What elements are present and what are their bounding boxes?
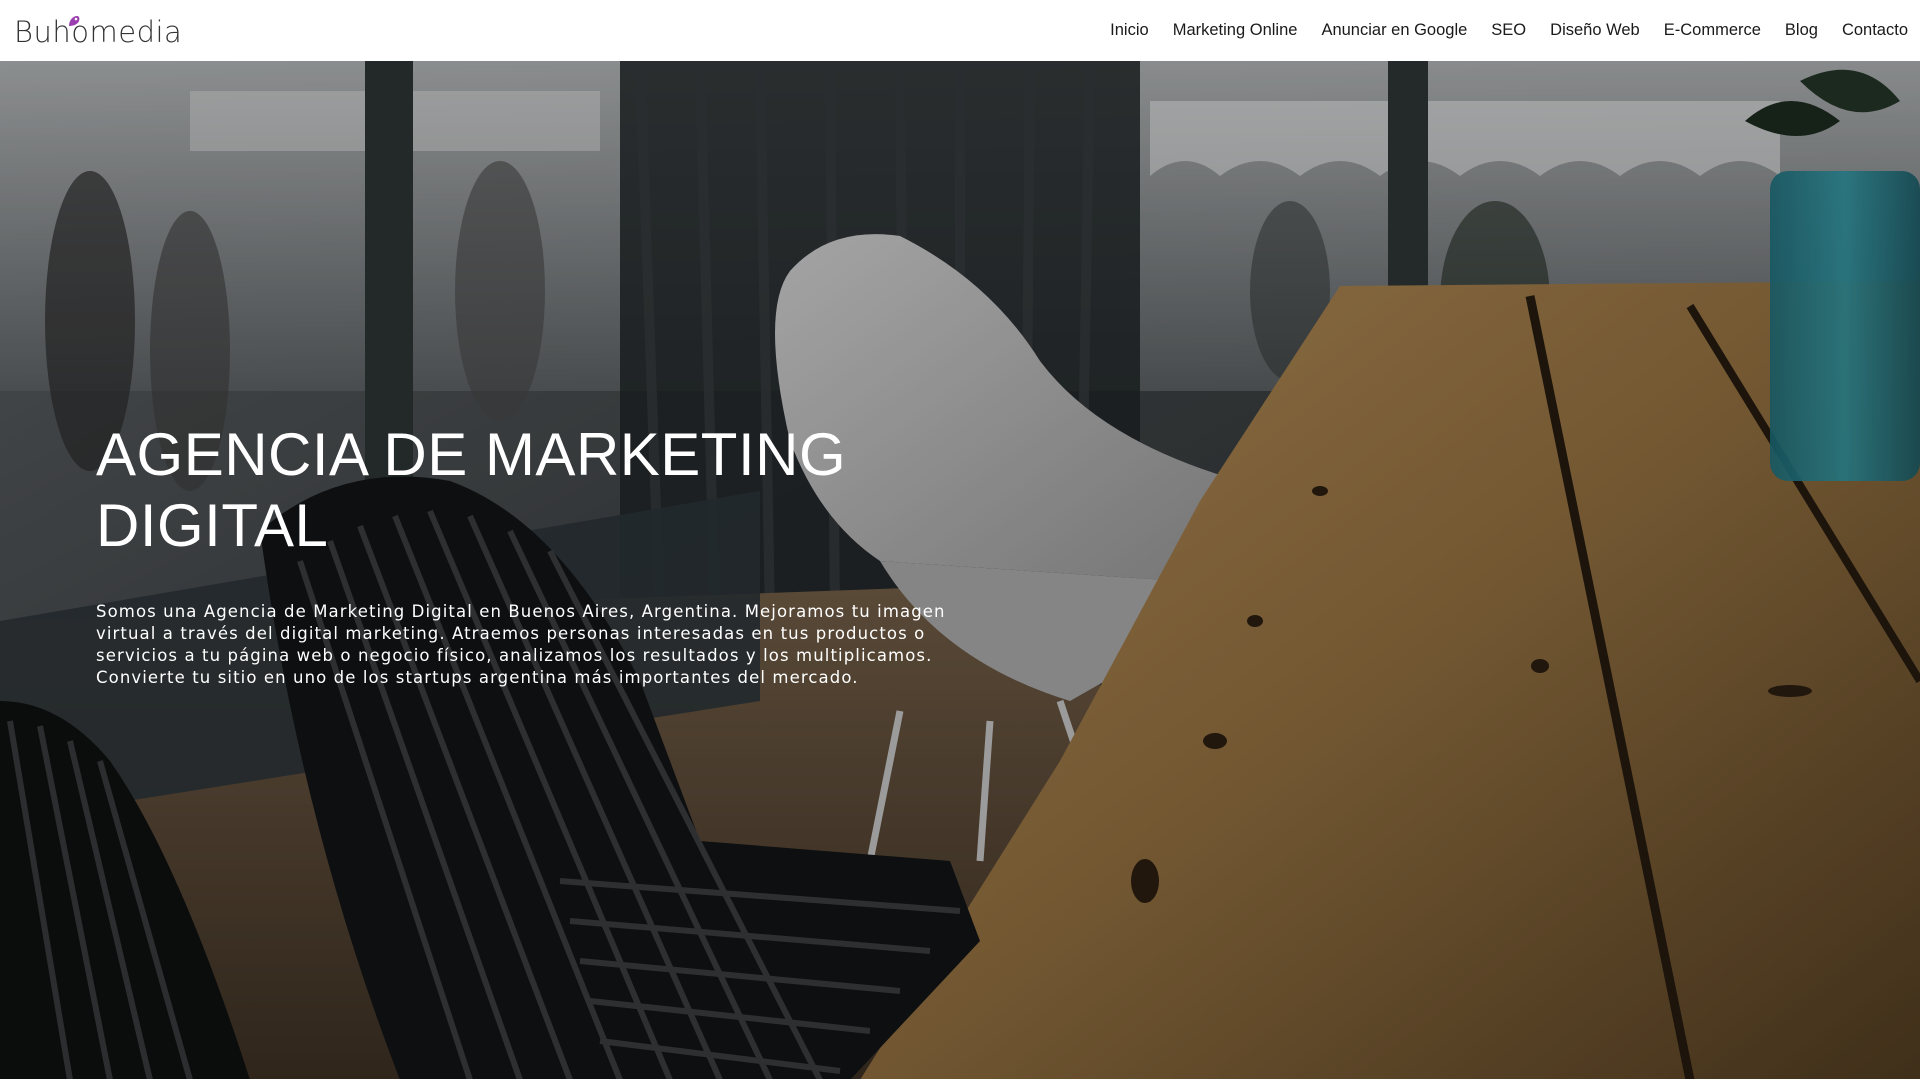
- nav-link-anunciar-en-google[interactable]: Anunciar en Google: [1321, 21, 1467, 39]
- nav-item-contacto: Contacto: [1842, 21, 1908, 40]
- nav-link-blog[interactable]: Blog: [1785, 21, 1818, 39]
- site-header: Buhomedia Inicio Marketing Online Anunci…: [0, 0, 1920, 61]
- site-logo[interactable]: Buhomedia: [14, 12, 182, 52]
- nav-link-seo[interactable]: SEO: [1491, 21, 1526, 39]
- nav-link-diseno-web[interactable]: Diseño Web: [1550, 21, 1640, 39]
- nav-link-contacto[interactable]: Contacto: [1842, 21, 1908, 39]
- page: Buhomedia Inicio Marketing Online Anunci…: [0, 0, 1920, 1080]
- logo-text: Buhomedia: [14, 15, 183, 49]
- nav-item-anunciar-en-google: Anunciar en Google: [1321, 21, 1467, 40]
- hero-title: AGENCIA DE MARKETING DIGITAL: [96, 421, 847, 559]
- hero-dark-overlay: [0, 61, 1920, 1080]
- nav-item-blog: Blog: [1785, 21, 1818, 40]
- nav-link-e-commerce[interactable]: E-Commerce: [1664, 21, 1761, 39]
- nav-item-seo: SEO: [1491, 21, 1526, 40]
- hero-section: AGENCIA DE MARKETING DIGITAL Somos una A…: [0, 61, 1920, 1080]
- nav-item-marketing-online: Marketing Online: [1173, 21, 1298, 40]
- hero-description: Somos una Agencia de Marketing Digital e…: [96, 602, 946, 687]
- nav-item-diseno-web: Diseño Web: [1550, 21, 1640, 40]
- nav-item-inicio: Inicio: [1110, 21, 1149, 40]
- owl-mark-icon: [69, 16, 80, 26]
- nav-item-e-commerce: E-Commerce: [1664, 21, 1761, 40]
- nav-link-inicio[interactable]: Inicio: [1110, 21, 1149, 39]
- nav-link-marketing-online[interactable]: Marketing Online: [1173, 21, 1298, 39]
- main-nav: Inicio Marketing Online Anunciar en Goog…: [1086, 0, 1908, 61]
